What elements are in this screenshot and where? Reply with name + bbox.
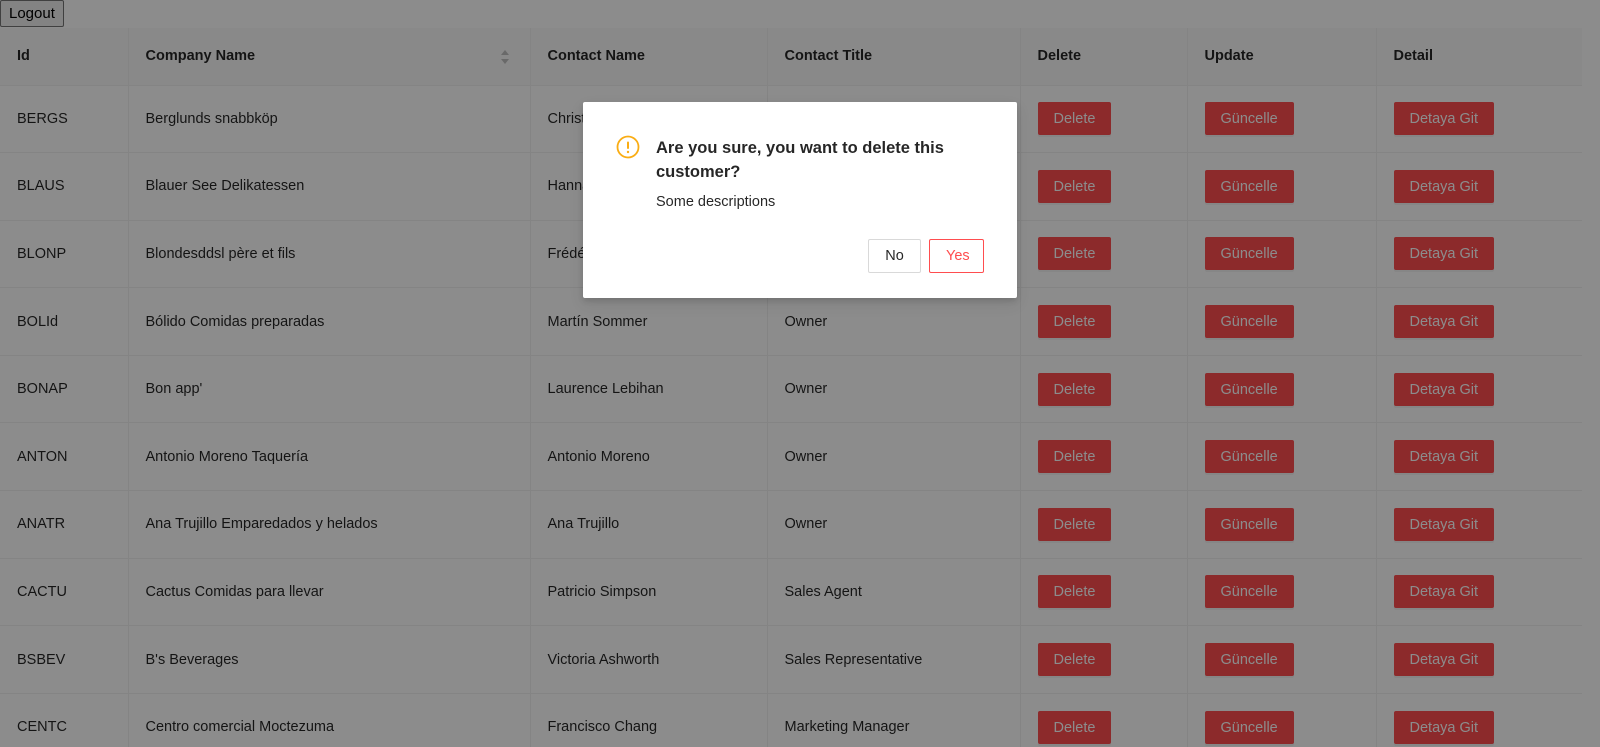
modal-description: Some descriptions [656, 194, 776, 210]
exclamation-circle-icon [616, 135, 640, 159]
customers-page: Logout Id Company Name Contact Name Cont… [0, 0, 1600, 747]
modal-title: Are you sure, you want to delete this cu… [656, 139, 944, 181]
yes-button[interactable]: Yes [929, 239, 984, 273]
confirm-delete-modal: Are you sure, you want to delete this cu… [583, 102, 1017, 298]
no-button[interactable]: No [868, 239, 921, 273]
